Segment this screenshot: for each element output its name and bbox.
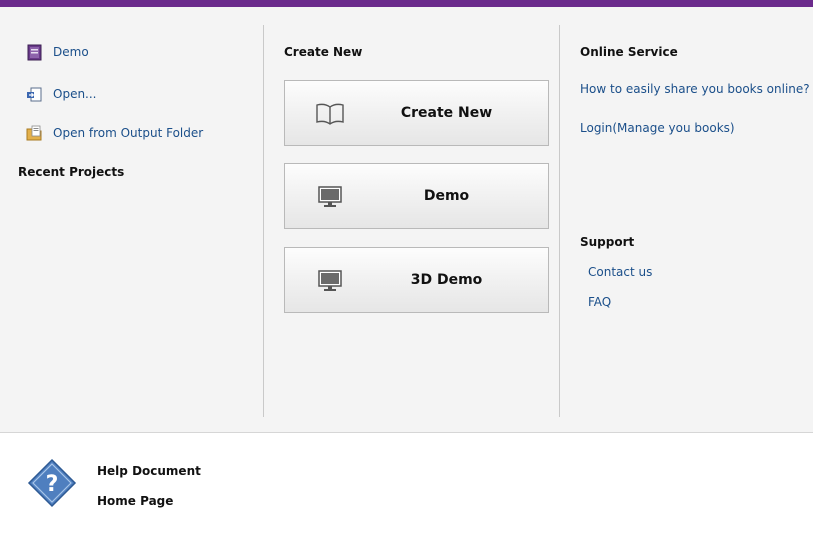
recent-projects-heading: Recent Projects [18, 165, 125, 179]
help-document-link[interactable]: Help Document [97, 464, 201, 478]
3d-demo-button[interactable]: 3D Demo [284, 247, 549, 313]
left-item-output-folder-label: Open from Output Folder [53, 126, 204, 140]
left-item-output-folder[interactable]: Open from Output Folder [26, 124, 203, 142]
demo-button[interactable]: Demo [284, 163, 549, 229]
left-item-open[interactable]: Open... [26, 85, 97, 103]
home-page-link[interactable]: Home Page [97, 494, 173, 508]
online-service-heading: Online Service [580, 45, 678, 59]
open-book-icon [315, 102, 345, 126]
contact-us-link[interactable]: Contact us [588, 265, 652, 279]
login-manage-books-link[interactable]: Login(Manage you books) [580, 121, 735, 135]
create-new-button[interactable]: Create New [284, 80, 549, 146]
monitor-icon [315, 185, 345, 209]
left-item-open-label: Open... [53, 87, 97, 101]
left-divider [263, 25, 264, 417]
support-heading: Support [580, 235, 635, 249]
share-books-online-link[interactable]: How to easily share you books online? [580, 82, 810, 96]
svg-text:?: ? [46, 472, 59, 497]
footer-panel: ? Help Document Home Page [0, 432, 813, 535]
left-item-demo-label: Demo [53, 45, 89, 59]
top-accent-bar [0, 0, 813, 7]
3d-demo-button-label: 3D Demo [410, 272, 483, 288]
right-divider [559, 25, 560, 417]
monitor-icon [315, 269, 345, 293]
folder-document-icon [26, 125, 43, 142]
create-new-button-label: Create New [400, 105, 493, 121]
open-icon [26, 86, 43, 103]
start-page-panel: Demo Open... Open from Output Folder Rec… [0, 7, 813, 432]
create-new-heading: Create New [284, 45, 363, 59]
help-question-icon: ? [27, 458, 77, 508]
left-item-demo[interactable]: Demo [26, 43, 89, 61]
faq-link[interactable]: FAQ [588, 295, 611, 309]
demo-button-label: Demo [423, 188, 470, 204]
book-icon [26, 44, 43, 61]
